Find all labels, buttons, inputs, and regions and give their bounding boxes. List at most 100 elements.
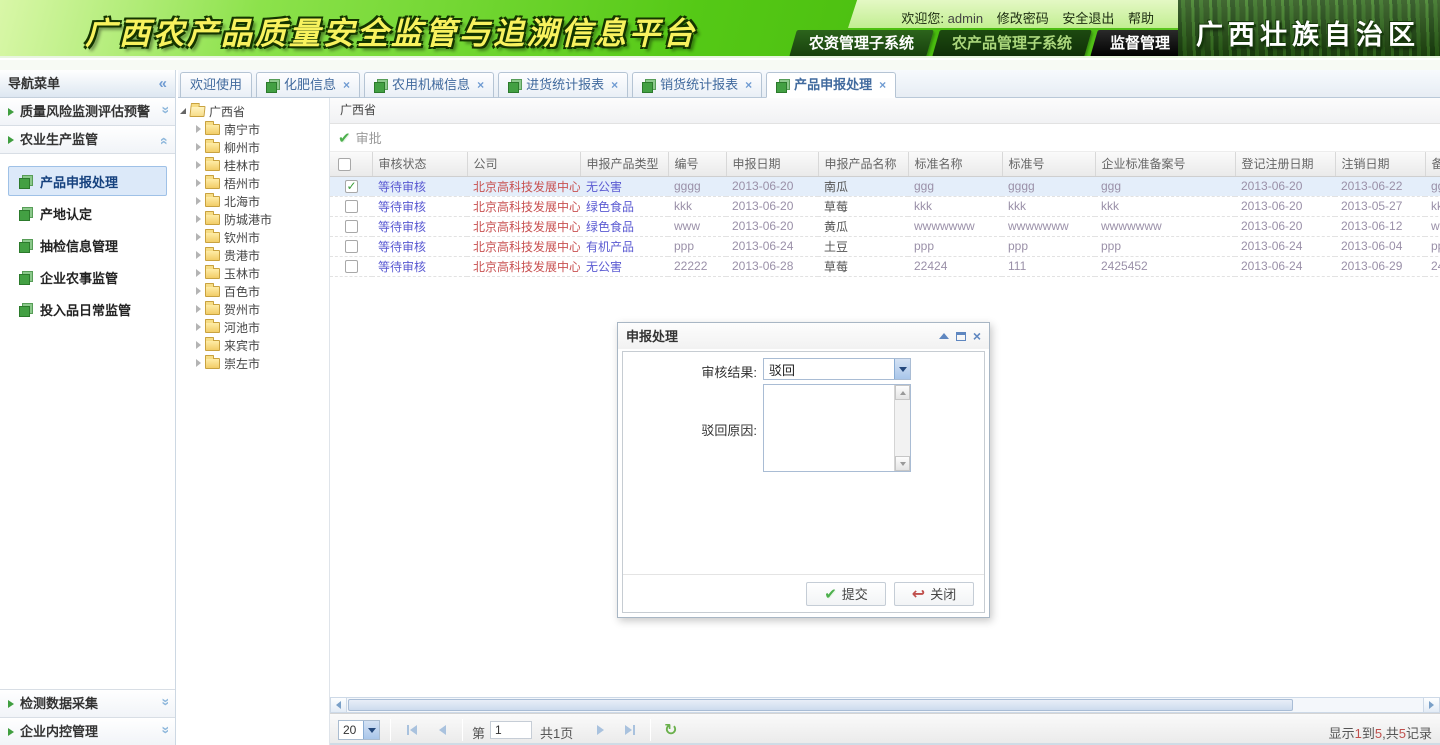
row-checkbox[interactable] <box>345 240 358 253</box>
tree-collapsed-icon[interactable] <box>196 269 201 277</box>
tree-collapsed-icon[interactable] <box>196 215 201 223</box>
tree-node-city[interactable]: 河池市 <box>180 318 329 336</box>
select-all-checkbox[interactable] <box>338 158 351 171</box>
scroll-right-icon[interactable] <box>1423 698 1439 712</box>
tree-node-city[interactable]: 贵港市 <box>180 246 329 264</box>
tree-node-root[interactable]: 广西省 <box>180 102 329 120</box>
row-checkbox[interactable] <box>345 200 358 213</box>
tree-expanded-icon[interactable] <box>180 108 186 114</box>
row-checkbox[interactable] <box>345 260 358 273</box>
tab-product-declaration[interactable]: 产品申报处理 × <box>766 72 896 98</box>
close-icon[interactable]: × <box>745 73 752 97</box>
chevron-double-down-icon[interactable]: « <box>151 729 178 734</box>
tree-collapsed-icon[interactable] <box>196 287 201 295</box>
horizontal-scrollbar[interactable] <box>330 697 1440 713</box>
close-icon[interactable]: × <box>879 73 886 97</box>
col-code[interactable]: 编号 <box>668 152 726 176</box>
tree-node-city[interactable]: 防城港市 <box>180 210 329 228</box>
chevron-double-down-icon[interactable]: « <box>151 109 178 114</box>
table-row[interactable]: 等待审核 北京高科技发展中心 绿色食品 www 2013-06-20 黄瓜 ww… <box>330 216 1440 236</box>
system-tab-agri-products[interactable]: 农产品管理子系统 <box>932 30 1092 57</box>
help-link[interactable]: 帮助 <box>1128 11 1154 26</box>
tab-machinery-info[interactable]: 农用机械信息 × <box>364 72 494 98</box>
col-record-no[interactable]: 企业标准备案号 <box>1095 152 1235 176</box>
chevron-double-down-icon[interactable]: « <box>151 701 178 706</box>
tree-node-city[interactable]: 北海市 <box>180 192 329 210</box>
col-remark[interactable]: 备注 <box>1425 152 1440 176</box>
collapse-up-icon[interactable] <box>939 333 949 339</box>
tree-collapsed-icon[interactable] <box>196 143 201 151</box>
system-tab-agri-materials[interactable]: 农资管理子系统 <box>789 30 934 57</box>
scrollbar-thumb[interactable] <box>348 699 1293 711</box>
tree-node-city[interactable]: 南宁市 <box>180 120 329 138</box>
close-button[interactable]: ↩ 关闭 <box>894 582 974 606</box>
close-icon[interactable]: × <box>611 73 618 97</box>
col-date[interactable]: 申报日期 <box>726 152 818 176</box>
col-reg-date[interactable]: 登记注册日期 <box>1235 152 1335 176</box>
panel-agri-production[interactable]: 农业生产监管 « <box>0 126 175 154</box>
tab-fertilizer-info[interactable]: 化肥信息 × <box>256 72 360 98</box>
scroll-left-icon[interactable] <box>331 698 347 712</box>
tree-node-city[interactable]: 钦州市 <box>180 228 329 246</box>
tree-collapsed-icon[interactable] <box>196 197 201 205</box>
tree-node-city[interactable]: 崇左市 <box>180 354 329 372</box>
maximize-icon[interactable] <box>956 332 966 341</box>
tree-collapsed-icon[interactable] <box>196 233 201 241</box>
tree-collapsed-icon[interactable] <box>196 305 201 313</box>
next-page-button[interactable] <box>588 720 612 740</box>
col-cancel-date[interactable]: 注销日期 <box>1335 152 1425 176</box>
prev-page-button[interactable] <box>430 720 454 740</box>
first-page-button[interactable] <box>400 720 424 740</box>
tree-collapsed-icon[interactable] <box>196 251 201 259</box>
tree-node-city[interactable]: 贺州市 <box>180 300 329 318</box>
row-checkbox[interactable] <box>345 220 358 233</box>
tab-purchase-report[interactable]: 进货统计报表 × <box>498 72 628 98</box>
chevron-double-up-icon[interactable]: « <box>151 137 178 142</box>
tree-node-city[interactable]: 柳州市 <box>180 138 329 156</box>
submit-button[interactable]: ✔ 提交 <box>806 582 886 606</box>
sidebar-item-input-supervision[interactable]: 投入品日常监管 <box>8 294 167 324</box>
dialog-header[interactable]: 申报处理 × <box>618 323 989 349</box>
tree-node-city[interactable]: 来宾市 <box>180 336 329 354</box>
close-icon[interactable]: × <box>477 73 484 97</box>
tree-node-city[interactable]: 百色市 <box>180 282 329 300</box>
col-product[interactable]: 申报产品名称 <box>818 152 908 176</box>
sidebar-item-enterprise-farming[interactable]: 企业农事监管 <box>8 262 167 292</box>
tree-collapsed-icon[interactable] <box>196 125 201 133</box>
change-password-link[interactable]: 修改密码 <box>997 11 1049 26</box>
collapse-left-icon[interactable]: « <box>159 70 167 97</box>
col-std-no[interactable]: 标准号 <box>1002 152 1095 176</box>
table-row[interactable]: 等待审核 北京高科技发展中心 绿色食品 kkk 2013-06-20 草莓 kk… <box>330 196 1440 216</box>
scroll-down-icon[interactable] <box>895 456 910 471</box>
scroll-up-icon[interactable] <box>895 385 910 400</box>
tree-node-city[interactable]: 玉林市 <box>180 264 329 282</box>
row-checkbox[interactable] <box>345 180 358 193</box>
col-status[interactable]: 审核状态 <box>372 152 467 176</box>
panel-test-data-collection[interactable]: 检测数据采集 « <box>0 689 175 717</box>
review-result-select[interactable]: 驳回 <box>763 358 911 380</box>
col-std-name[interactable]: 标准名称 <box>908 152 1002 176</box>
table-row[interactable]: 等待审核 北京高科技发展中心 有机产品 ppp 2013-06-24 土豆 pp… <box>330 236 1440 256</box>
table-row[interactable]: 等待审核 北京高科技发展中心 无公害 22222 2013-06-28 草莓 2… <box>330 256 1440 276</box>
tree-collapsed-icon[interactable] <box>196 341 201 349</box>
page-size-select[interactable]: 20 <box>338 720 380 740</box>
textarea-scrollbar[interactable] <box>894 385 910 471</box>
logout-link[interactable]: 安全退出 <box>1062 11 1114 26</box>
system-tab-supervision[interactable]: 监督管理 <box>1090 30 1190 57</box>
page-number-input[interactable] <box>490 721 532 739</box>
panel-internal-control[interactable]: 企业内控管理 « <box>0 717 175 745</box>
refresh-icon[interactable]: ↻ <box>664 720 677 740</box>
table-row[interactable]: 等待审核 北京高科技发展中心 无公害 gggg 2013-06-20 南瓜 gg… <box>330 176 1440 196</box>
sidebar-item-origin-certification[interactable]: 产地认定 <box>8 198 167 228</box>
select-all-header[interactable] <box>330 152 372 176</box>
approve-button[interactable]: ✔ 审批 <box>338 128 382 147</box>
tree-collapsed-icon[interactable] <box>196 323 201 331</box>
reject-reason-textarea[interactable] <box>763 384 911 472</box>
tab-sales-report[interactable]: 销货统计报表 × <box>632 72 762 98</box>
close-icon[interactable]: × <box>973 331 981 341</box>
tree-node-city[interactable]: 桂林市 <box>180 156 329 174</box>
sidebar-item-product-declaration[interactable]: 产品申报处理 <box>8 166 167 196</box>
tree-collapsed-icon[interactable] <box>196 179 201 187</box>
tree-node-city[interactable]: 梧州市 <box>180 174 329 192</box>
col-type[interactable]: 申报产品类型 <box>580 152 668 176</box>
